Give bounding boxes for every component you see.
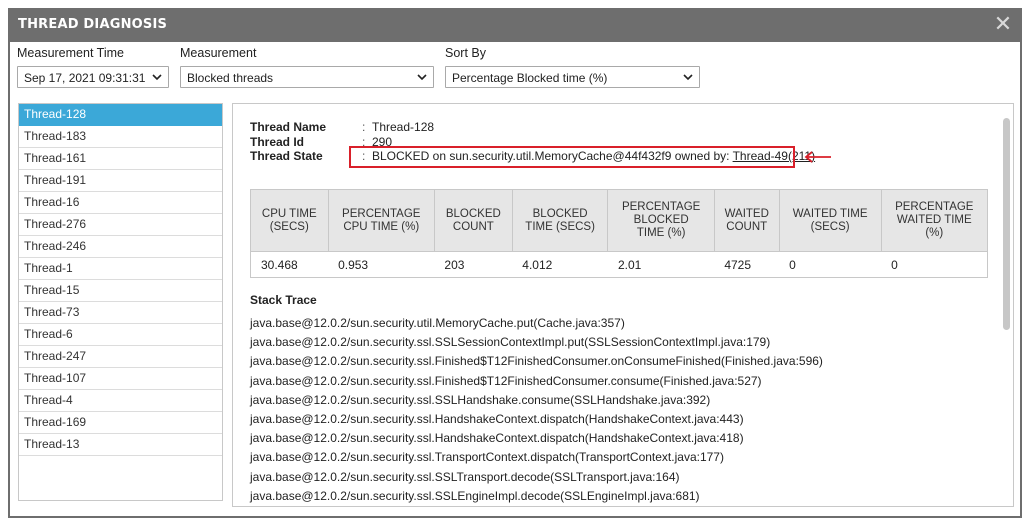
thread-list-item[interactable]: Thread-161 xyxy=(19,148,222,170)
metrics-header-text: WAITED xyxy=(724,207,769,220)
measurement-time-label: Measurement Time xyxy=(17,46,124,60)
thread-state-label: Thread State xyxy=(250,149,323,163)
metrics-header-text: COUNT xyxy=(726,220,768,233)
metrics-header-text: (%) xyxy=(925,227,944,239)
stack-trace-line: java.base@12.0.2/sun.security.ssl.SSLTra… xyxy=(250,469,680,484)
chevron-down-icon xyxy=(417,74,427,81)
metrics-column-header: PERCENTAGE CPU TIME (%) xyxy=(327,189,435,252)
metrics-column-header: PERCENTAGE BLOCKED TIME (%) xyxy=(607,189,715,252)
highlight-box xyxy=(349,146,795,168)
measurement-label: Measurement xyxy=(180,46,257,60)
thread-id-label: Thread Id xyxy=(250,135,305,149)
metrics-header-text: PERCENTAGE xyxy=(621,201,701,213)
thread-list-item[interactable]: Thread-183 xyxy=(19,126,222,148)
thread-list-item[interactable]: Thread-247 xyxy=(19,346,222,368)
metrics-header-row: CPU TIME (SECS) PERCENTAGE CPU TIME (%) BLOC… xyxy=(250,189,989,252)
thread-list-item[interactable]: Thread-13 xyxy=(19,434,222,456)
metrics-header-text: WAITED TIME xyxy=(792,207,868,220)
metrics-column-header: WAITED COUNT xyxy=(713,189,780,252)
thread-list-item[interactable]: Thread-276 xyxy=(19,214,222,236)
thread-list-item[interactable]: Thread-15 xyxy=(19,280,222,302)
thread-list-item[interactable]: Thread-1 xyxy=(19,258,222,280)
metrics-cell: 0 xyxy=(881,251,989,278)
measurement-time-select[interactable]: Sep 17, 2021 09:31:31 xyxy=(17,66,169,88)
thread-name-value: Thread-128 xyxy=(372,120,435,134)
chevron-down-icon xyxy=(152,74,162,81)
metrics-column-header: WAITED TIME (SECS) xyxy=(778,189,882,252)
thread-list-item[interactable]: Thread-16 xyxy=(19,192,222,214)
metrics-header-text: (SECS) xyxy=(810,220,850,233)
arrow-left-icon xyxy=(804,151,831,163)
metrics-header-text: COUNT xyxy=(452,220,494,233)
sort-by-label: Sort By xyxy=(445,46,486,60)
metrics-cell: 30.468 xyxy=(250,251,329,278)
thread-list-item[interactable]: Thread-128 xyxy=(19,104,222,126)
metrics-header-text: BLOCKED xyxy=(633,214,689,226)
metrics-header-text: BLOCKED xyxy=(532,207,588,220)
thread-list-item[interactable]: Thread-73 xyxy=(19,302,222,324)
stack-trace-line: java.base@12.0.2/sun.security.util.Memor… xyxy=(250,316,625,330)
chevron-down-icon xyxy=(683,74,693,81)
sort-by-value: Percentage Blocked time (%) xyxy=(452,71,608,85)
thread-list-item[interactable]: Thread-107 xyxy=(19,368,222,390)
metrics-header-text: CPU TIME xyxy=(261,207,317,220)
stack-trace-label: Stack Trace xyxy=(250,293,317,307)
metrics-cell: 0 xyxy=(779,251,882,278)
thread-list: Thread-128 Thread-183 Thread-161 Thread-191… xyxy=(18,103,223,501)
metrics-column-header: PERCENTAGE WAITED TIME (%) xyxy=(880,189,989,252)
measurement-select[interactable]: Blocked threads xyxy=(180,66,434,88)
colon: : xyxy=(362,120,366,134)
metrics-header-text: PERCENTAGE xyxy=(342,207,421,220)
metrics-header-text: (SECS) xyxy=(269,220,309,233)
metrics-header-text: TIME (SECS) xyxy=(525,220,595,233)
stack-trace: java.base@12.0.2/sun.security.util.Memor… xyxy=(250,314,823,507)
dialog-titlebar: THREAD DIAGNOSIS ✕ xyxy=(10,10,1020,42)
metrics-header-text: TIME (%) xyxy=(636,227,686,239)
stack-trace-line: java.base@12.0.2/sun.security.ssl.SSLSes… xyxy=(250,335,771,350)
metrics-header-text: WAITED TIME xyxy=(896,214,972,226)
metrics-cell: 4725 xyxy=(714,251,780,278)
thread-list-item[interactable]: Thread-246 xyxy=(19,236,222,258)
metrics-header-text: CPU TIME (%) xyxy=(343,220,420,233)
thread-diagnosis-dialog: THREAD DIAGNOSIS ✕ Measurement Time Sep … xyxy=(8,8,1022,518)
thread-name-label: Thread Name xyxy=(250,120,327,134)
metrics-column-header: BLOCKED COUNT xyxy=(433,189,513,252)
sort-by-select[interactable]: Percentage Blocked time (%) xyxy=(445,66,700,88)
metrics-cell: 2.01 xyxy=(607,251,715,278)
metrics-cell: 4.012 xyxy=(512,251,608,278)
stack-trace-line: java.base@12.0.2/sun.security.ssl.SSLEng… xyxy=(250,506,823,507)
dialog-title: THREAD DIAGNOSIS xyxy=(18,17,168,32)
stack-trace-line: java.base@12.0.2/sun.security.ssl.SSLHan… xyxy=(250,392,711,407)
metrics-header-text: BLOCKED xyxy=(445,207,501,220)
stack-trace-line: java.base@12.0.2/sun.security.ssl.Transp… xyxy=(250,450,724,465)
metrics-cell: 203 xyxy=(434,251,513,278)
thread-list-item[interactable]: Thread-169 xyxy=(19,412,222,434)
thread-detail-panel: Thread Name : Thread-128 Thread Id : 290… xyxy=(232,103,1014,507)
thread-list-item[interactable]: Thread-191 xyxy=(19,170,222,192)
measurement-value: Blocked threads xyxy=(187,71,274,85)
metrics-values-row: 30.468 0.953 203 4.012 2.01 4725 0 0 xyxy=(250,251,989,278)
measurement-time-value: Sep 17, 2021 09:31:31 xyxy=(24,71,146,85)
thread-list-item[interactable]: Thread-6 xyxy=(19,324,222,346)
thread-list-item[interactable]: Thread-4 xyxy=(19,390,222,412)
close-icon[interactable]: ✕ xyxy=(992,14,1014,36)
metrics-header-text: PERCENTAGE xyxy=(895,201,974,213)
stack-trace-line: java.base@12.0.2/sun.security.ssl.Finish… xyxy=(250,354,823,369)
metrics-table: CPU TIME (SECS) PERCENTAGE CPU TIME (%) BLOC… xyxy=(250,189,989,278)
scrollbar[interactable] xyxy=(1003,118,1010,330)
stack-trace-line: java.base@12.0.2/sun.security.ssl.Handsh… xyxy=(250,431,744,446)
metrics-column-header: BLOCKED TIME (SECS) xyxy=(511,189,609,252)
stack-trace-line: java.base@12.0.2/sun.security.ssl.Finish… xyxy=(250,373,762,388)
metrics-column-header: CPU TIME (SECS) xyxy=(250,189,329,252)
stack-trace-line: java.base@12.0.2/sun.security.ssl.SSLEng… xyxy=(250,488,700,503)
stack-trace-line: java.base@12.0.2/sun.security.ssl.Handsh… xyxy=(250,411,744,426)
metrics-cell: 0.953 xyxy=(328,251,435,278)
